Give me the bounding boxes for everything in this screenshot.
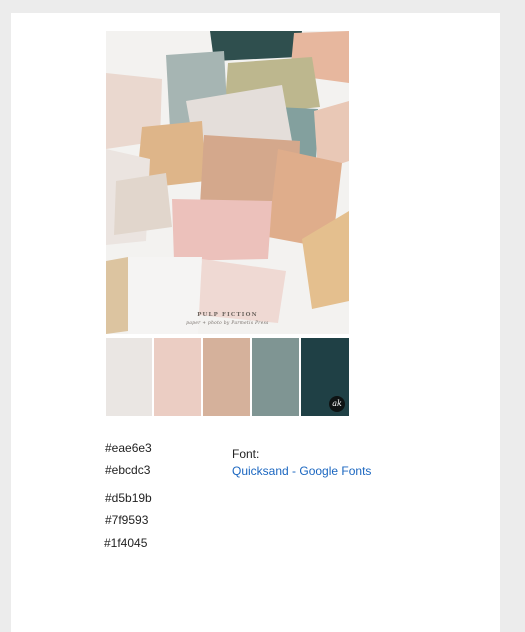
photo-subtitle: paper + photo by Parmetis Press xyxy=(186,320,269,325)
hex-code-label: #ebcdc3 xyxy=(105,463,151,477)
hex-code-label: #7f9593 xyxy=(105,513,149,527)
photo-title: PULP FICTION xyxy=(197,312,258,318)
font-link[interactable]: Quicksand - Google Fonts xyxy=(232,464,371,478)
color-swatch xyxy=(203,338,250,416)
color-swatch xyxy=(252,338,299,416)
color-swatch: ak xyxy=(301,338,349,416)
hex-code-label: #d5b19b xyxy=(105,491,152,505)
content-card: PULP FICTION paper + photo by Parmetis P… xyxy=(11,13,500,632)
color-swatch xyxy=(106,338,152,416)
ak-logo-badge: ak xyxy=(329,396,345,412)
hex-code-label: #eae6e3 xyxy=(105,441,152,455)
hex-code-label: #1f4045 xyxy=(104,536,148,550)
photo-caption: PULP FICTION paper + photo by Parmetis P… xyxy=(106,312,349,325)
color-swatch-strip: ak xyxy=(106,338,349,416)
palette-photo: PULP FICTION paper + photo by Parmetis P… xyxy=(106,31,349,334)
paper-scraps-image xyxy=(106,31,349,334)
color-swatch xyxy=(154,338,201,416)
font-label: Font: xyxy=(232,447,260,461)
